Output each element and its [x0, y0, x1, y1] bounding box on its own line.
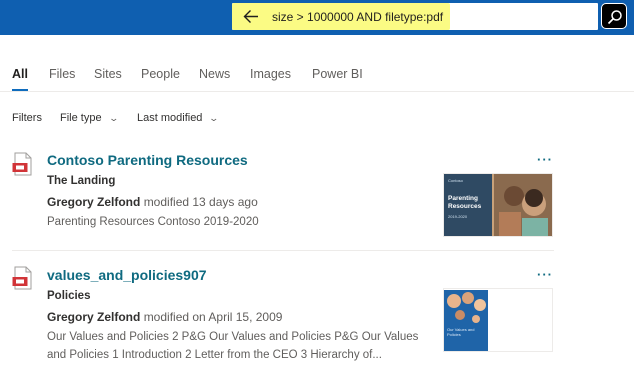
result-meta: Gregory Zelfond modified on April 15, 20…: [47, 310, 282, 324]
chevron-down-icon: ⌄: [208, 113, 220, 123]
tab-power-bi[interactable]: Power BI: [312, 67, 363, 81]
result-description: Our Values and Policies 2 P&G Our Values…: [47, 331, 419, 361]
search-input[interactable]: size > 1000000 AND filetype:pdf: [272, 10, 443, 24]
result-author[interactable]: Gregory Zelfond: [47, 195, 140, 209]
tab-people[interactable]: People: [141, 67, 180, 81]
result-divider: [12, 250, 554, 251]
last-modified-filter[interactable]: Last modified ⌄: [137, 112, 220, 124]
tab-news[interactable]: News: [199, 67, 230, 81]
pdf-file-icon: [12, 266, 32, 290]
more-options-button[interactable]: ···: [537, 267, 553, 282]
tab-sites[interactable]: Sites: [94, 67, 122, 81]
vertical-tabs: All Files Sites People News Images Power…: [0, 62, 634, 92]
thumbnail-subtitle: 2019-2020: [448, 214, 468, 219]
search-icon: [607, 10, 622, 25]
tab-images[interactable]: Images: [250, 67, 291, 81]
last-modified-label: Last modified: [137, 112, 203, 124]
active-tab-indicator: [12, 89, 28, 91]
values-thumbnail-image: [444, 289, 552, 351]
tab-files[interactable]: Files: [49, 67, 75, 81]
top-bar: size > 1000000 AND filetype:pdf: [0, 0, 634, 35]
result-description: Parenting Resources Contoso 2019-2020: [47, 216, 259, 228]
tab-all[interactable]: All: [12, 67, 28, 81]
search-button[interactable]: [601, 3, 627, 29]
search-box[interactable]: size > 1000000 AND filetype:pdf: [232, 3, 598, 30]
thumbnail-title: Parenting Resources: [448, 195, 482, 210]
file-type-filter[interactable]: File type ⌄: [60, 112, 119, 124]
result-modified: modified 13 days ago: [143, 195, 258, 209]
result-thumbnail[interactable]: Our Values and Policies: [443, 288, 553, 352]
chevron-down-icon: ⌄: [108, 113, 119, 123]
result-site[interactable]: Policies: [47, 290, 90, 302]
result-modified: modified on April 15, 2009: [143, 310, 283, 324]
file-type-label: File type: [60, 112, 102, 124]
result-author[interactable]: Gregory Zelfond: [47, 310, 140, 324]
thumbnail-brand: Contoso: [448, 178, 463, 183]
pdf-file-icon: [12, 152, 32, 176]
result-title-link[interactable]: values_and_policies907: [47, 267, 207, 283]
filters-label: Filters: [12, 112, 42, 124]
back-arrow-icon[interactable]: [242, 8, 260, 25]
more-options-button[interactable]: ···: [537, 152, 553, 167]
result-site[interactable]: The Landing: [47, 175, 115, 187]
thumbnail-title: Our Values and Policies: [447, 327, 475, 337]
result-title-link[interactable]: Contoso Parenting Resources: [47, 152, 248, 168]
result-meta: Gregory Zelfond modified 13 days ago: [47, 195, 258, 209]
filter-bar: Filters File type ⌄ Last modified ⌄: [0, 108, 634, 128]
result-thumbnail[interactable]: Contoso Parenting Resources 2019-2020: [443, 173, 553, 237]
